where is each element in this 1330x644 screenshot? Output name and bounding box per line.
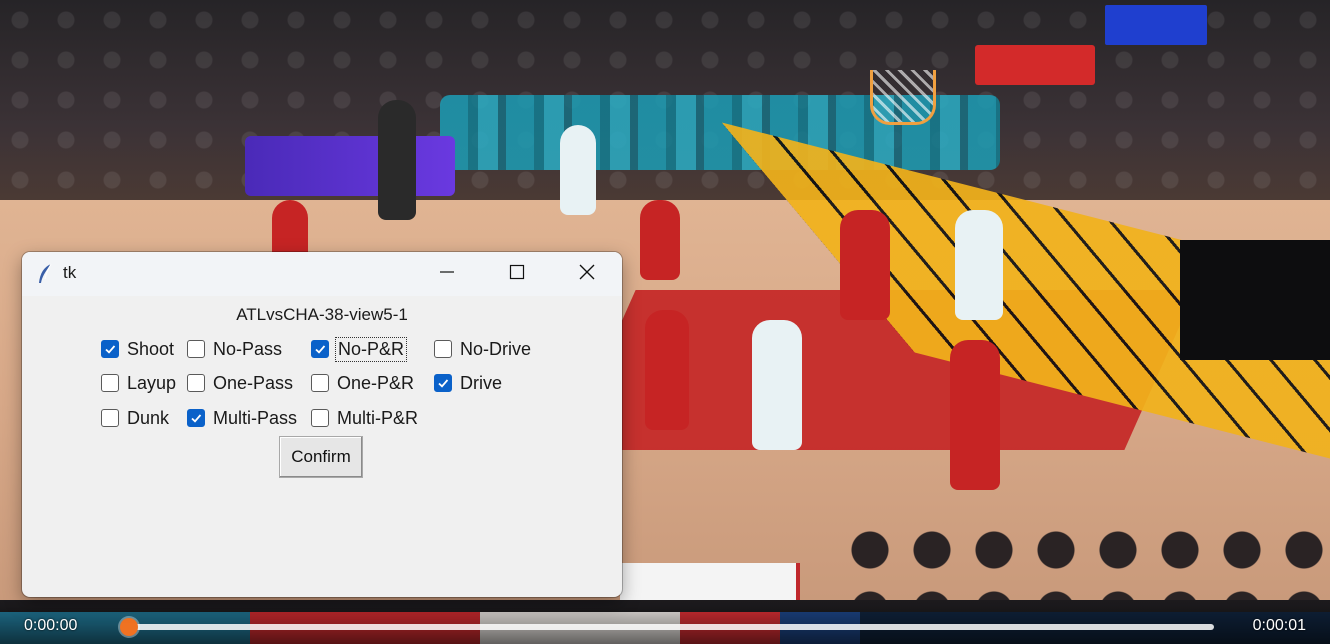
checkbox-box[interactable] (187, 374, 205, 392)
checkbox-box[interactable] (311, 409, 329, 427)
player (840, 210, 890, 320)
kia-board (1180, 240, 1330, 360)
cashpop-ad (245, 136, 455, 196)
checkbox-no-pr[interactable]: No-P&R (311, 336, 408, 362)
checkbox-drive[interactable]: Drive (434, 371, 502, 395)
referee (378, 100, 416, 220)
checkbox-box[interactable] (434, 340, 452, 358)
checkbox-label: Shoot (127, 338, 175, 359)
checkbox-no-pass[interactable]: No-Pass (187, 337, 282, 361)
checkbox-box[interactable] (311, 374, 329, 392)
maximize-button[interactable] (482, 252, 552, 296)
checkbox-one-pr[interactable]: One-P&R (311, 371, 414, 395)
seek-thumb[interactable] (120, 618, 138, 636)
checkbox-box[interactable] (101, 374, 119, 392)
checkbox-multi-pr[interactable]: Multi-P&R (311, 406, 418, 430)
window-title: tk (63, 263, 77, 282)
checkbox-box[interactable] (434, 374, 452, 392)
courtside-crowd (840, 520, 1330, 600)
checkbox-box[interactable] (101, 409, 119, 427)
checkbox-multi-pass[interactable]: Multi-Pass (187, 406, 297, 430)
checkbox-box[interactable] (311, 340, 329, 358)
title-bar[interactable]: tk (22, 252, 622, 296)
player (955, 210, 1003, 320)
checkbox-label: One-P&R (337, 372, 415, 393)
minimize-button[interactable] (412, 252, 482, 296)
statefarm-sign (975, 45, 1095, 85)
total-time: 0:00:01 (1252, 617, 1306, 634)
feather-icon (36, 263, 56, 285)
player (752, 320, 802, 450)
overlay-artifact (620, 563, 800, 600)
checkbox-label: Dunk (127, 407, 170, 428)
checkbox-label: Layup (127, 372, 177, 393)
current-time: 0:00:00 (24, 617, 78, 634)
checkbox-one-pass[interactable]: One-Pass (187, 371, 293, 395)
player (560, 125, 596, 215)
checkbox-dunk[interactable]: Dunk (101, 406, 169, 430)
checkbox-label: Drive (460, 372, 503, 393)
clip-label: ATLvsCHA-38-view5-1 (236, 305, 408, 324)
confirm-button[interactable]: Confirm (279, 436, 363, 478)
basketball-hoop (870, 70, 936, 125)
checkbox-label: Multi-P&R (337, 407, 419, 428)
checkbox-no-drive[interactable]: No-Drive (434, 337, 531, 361)
seek-track[interactable] (128, 624, 1214, 630)
checkbox-shoot[interactable]: Shoot (101, 337, 174, 361)
checkbox-label: Multi-Pass (213, 407, 298, 428)
close-icon (579, 264, 595, 284)
minimize-icon (439, 264, 455, 284)
maximize-icon (509, 264, 525, 284)
player (645, 310, 689, 430)
checkbox-label: No-Pass (213, 338, 283, 359)
close-button[interactable] (552, 252, 622, 296)
player (950, 340, 1000, 490)
player (272, 200, 308, 260)
checkbox-label: No-P&R (334, 336, 408, 362)
checkbox-layup[interactable]: Layup (101, 371, 176, 395)
player (640, 200, 680, 280)
checkbox-label: One-Pass (213, 372, 294, 393)
tk-window: tk ATLvsCHA-38-view5-1 Shoot No-Pass No-… (22, 252, 622, 597)
checkbox-box[interactable] (187, 340, 205, 358)
checkbox-box[interactable] (101, 340, 119, 358)
lottery-sign (1105, 5, 1207, 45)
checkbox-box[interactable] (187, 409, 205, 427)
checkbox-label: No-Drive (460, 338, 532, 359)
